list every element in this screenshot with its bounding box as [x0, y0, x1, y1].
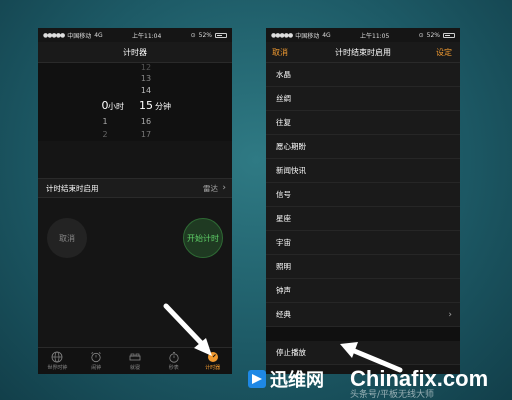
- sound-label: 往复: [276, 118, 291, 127]
- tab-label: 秒表: [168, 365, 179, 371]
- sound-item[interactable]: 水晶: [266, 63, 460, 87]
- minutes-unit: 分钟: [155, 102, 171, 111]
- sound-item[interactable]: 往复: [266, 111, 460, 135]
- lock-rotation-icon: ⊙: [190, 31, 196, 39]
- hours-option: 2: [102, 130, 108, 139]
- carrier-label: 中国移动: [295, 32, 320, 40]
- sound-list: 水晶 丝绸 往复 愿心期盼 新闻快讯 信号 星座 宇宙 照明 钟声 经典 › 停止…: [266, 63, 460, 365]
- status-bar: ●●●●● 中国移动 4G 上午11:04 ⊙ 52%: [38, 28, 232, 42]
- signal-icon: ●●●●●: [271, 31, 293, 39]
- brand-logo-icon: [248, 370, 266, 388]
- stop-playing-label: 停止播放: [276, 348, 306, 357]
- tab-bedtime[interactable]: 就寝: [116, 348, 155, 374]
- start-timer-button[interactable]: 开始计时: [183, 218, 223, 258]
- status-time: 上午11:05: [360, 32, 390, 40]
- set-nav-button[interactable]: 设定: [436, 42, 452, 62]
- network-label: 4G: [322, 31, 331, 39]
- network-label: 4G: [94, 31, 103, 39]
- sound-label: 愿心期盼: [276, 142, 306, 151]
- sound-item[interactable]: 愿心期盼: [266, 135, 460, 159]
- sound-label: 水晶: [276, 70, 291, 79]
- watermark-sub: 头条号/平板无线大师: [350, 390, 435, 400]
- status-time: 上午11:04: [132, 32, 162, 40]
- cancel-nav-button[interactable]: 取消: [272, 42, 288, 62]
- tab-label: 闹钟: [91, 365, 102, 371]
- sound-item-classic[interactable]: 经典 ›: [266, 303, 460, 327]
- status-bar: ●●●●● 中国移动 4G 上午11:05 ⊙ 52%: [266, 28, 460, 42]
- pointer-arrow-icon: [163, 303, 212, 356]
- logo-text: 迅维网: [270, 370, 324, 391]
- sound-label: 宇宙: [276, 238, 291, 247]
- bed-icon: [129, 353, 141, 361]
- minutes-option: 16: [140, 117, 152, 126]
- page-title: 计时结束时启用: [335, 47, 391, 57]
- sound-item[interactable]: 宇宙: [266, 231, 460, 255]
- nav-bar: 取消 计时结束时启用 设定: [266, 42, 460, 63]
- sound-label: 钟声: [276, 286, 291, 295]
- tab-label: 就寝: [129, 365, 140, 371]
- sound-item[interactable]: 新闻快讯: [266, 159, 460, 183]
- sound-item[interactable]: 钟声: [266, 279, 460, 303]
- sound-item[interactable]: 照明: [266, 255, 460, 279]
- when-timer-ends-row[interactable]: 计时结束时启用 雷达 ›: [38, 178, 232, 198]
- sound-label: 丝绸: [276, 94, 291, 103]
- sound-item[interactable]: 丝绸: [266, 87, 460, 111]
- battery-percent: 52%: [426, 31, 440, 39]
- hours-unit: 小时: [108, 102, 124, 111]
- nav-bar: 计时器: [38, 42, 232, 63]
- alarm-clock-icon: [91, 352, 101, 363]
- minutes-option: 14: [140, 86, 152, 95]
- tab-alarm[interactable]: 闹钟: [77, 348, 116, 374]
- tab-label: 世界时钟: [47, 365, 68, 371]
- cancel-button[interactable]: 取消: [47, 218, 87, 258]
- signal-icon: ●●●●●: [43, 31, 65, 39]
- setting-label: 计时结束时启用: [46, 183, 99, 193]
- tab-world-clock[interactable]: 世界时钟: [38, 348, 77, 374]
- battery-icon: [443, 32, 455, 38]
- time-picker[interactable]: 0 1 2 小时 12 13 14 15 16 17 分钟: [38, 63, 232, 141]
- sound-item[interactable]: 信号: [266, 183, 460, 207]
- minutes-option: 17: [140, 130, 152, 139]
- battery-percent: 52%: [198, 31, 212, 39]
- hours-option: 1: [102, 117, 108, 126]
- setting-value: 雷达: [203, 183, 218, 193]
- watermark-logo: 迅维网: [248, 366, 324, 392]
- minutes-option: 13: [140, 74, 152, 83]
- chevron-right-icon: ›: [448, 309, 452, 320]
- chevron-right-icon: ›: [222, 183, 226, 193]
- battery-icon: [215, 32, 227, 38]
- carrier-label: 中国移动: [67, 32, 92, 40]
- globe-icon: [51, 351, 63, 363]
- sound-label: 照明: [276, 262, 291, 271]
- lock-rotation-icon: ⊙: [418, 31, 424, 39]
- sound-label: 经典: [276, 310, 291, 319]
- minutes-option: 12: [140, 63, 152, 72]
- sound-selection-screen: ●●●●● 中国移动 4G 上午11:05 ⊙ 52% 取消 计时结束时启用 设…: [266, 28, 460, 374]
- sound-label: 信号: [276, 190, 291, 199]
- page-title: 计时器: [123, 47, 147, 57]
- sound-item[interactable]: 星座: [266, 207, 460, 231]
- tab-label: 计时器: [205, 365, 221, 371]
- sound-label: 星座: [276, 214, 291, 223]
- sound-label: 新闻快讯: [276, 166, 306, 175]
